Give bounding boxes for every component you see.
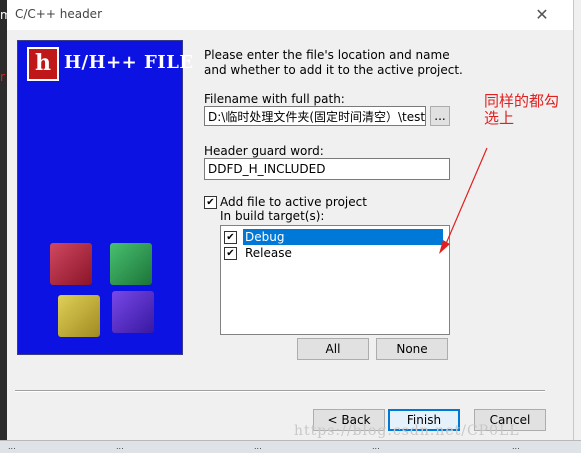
taskbar-tab[interactable]: ...	[116, 442, 124, 452]
watermark: https://blog.csdn.net/CP0LL	[294, 423, 520, 439]
desktop-left-text: m	[0, 8, 7, 22]
desktop-left-red-text: r	[0, 70, 5, 84]
taskbar-tab[interactable]: ...	[512, 442, 520, 452]
taskbar-tab[interactable]: ...	[8, 442, 16, 452]
taskbar-tab[interactable]: ...	[372, 442, 380, 452]
new-header-dialog: C/C++ header ✕ h H/H++ FILE Please enter…	[7, 0, 574, 440]
taskbar: ... ... ... ... ...	[0, 440, 581, 453]
taskbar-tab[interactable]: ...	[254, 442, 262, 452]
desktop-left-edge	[0, 0, 7, 452]
annotation-arrow	[439, 147, 488, 254]
